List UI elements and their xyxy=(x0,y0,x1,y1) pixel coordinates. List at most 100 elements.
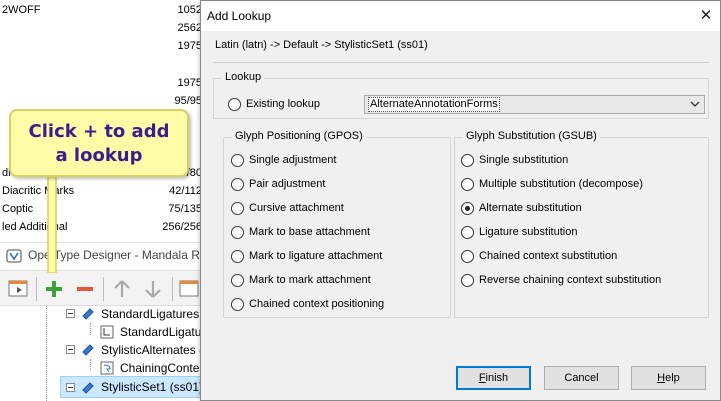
close-icon[interactable]: ✕ xyxy=(696,6,716,26)
tree-item-label: StylisticSet1 (ss01) xyxy=(101,380,204,394)
tree-guide xyxy=(90,359,91,371)
select-value: AlternateAnnotationForms xyxy=(368,97,500,112)
radio-icon[interactable] xyxy=(461,225,474,239)
app-titlebar: Ope Type Designer - Mandala Re xyxy=(0,242,210,268)
radio-icon[interactable] xyxy=(461,249,474,263)
dialog-title: Add Lookup xyxy=(207,9,272,23)
list-item[interactable]: led Additional 256/256 xyxy=(0,218,210,236)
list-item[interactable]: Diacritic Marks 42/112 xyxy=(0,182,210,200)
radio-checked-icon[interactable] xyxy=(461,201,474,215)
list-item[interactable]: 1975 xyxy=(0,37,210,55)
move-up-button[interactable] xyxy=(109,276,135,302)
feature-icon xyxy=(82,382,94,394)
mark-to-mark-radio[interactable]: Mark to mark attachment xyxy=(231,271,371,289)
finish-button[interactable]: Finish xyxy=(456,366,531,390)
alternate-substitution-radio[interactable]: Alternate substitution xyxy=(461,199,582,217)
app-logo-icon xyxy=(6,249,22,263)
list-item[interactable]: 2562 xyxy=(0,19,210,37)
help-button[interactable]: Help xyxy=(631,366,706,390)
button-mnemonic: H xyxy=(657,372,666,384)
radio-icon[interactable] xyxy=(461,177,474,191)
multiple-substitution-radio[interactable]: Multiple substitution (decompose) xyxy=(461,175,643,193)
toolbar-separator xyxy=(103,277,104,301)
list-item[interactable]: Coptic 75/135 xyxy=(0,200,210,218)
toolbar-separator xyxy=(36,277,37,301)
add-lookup-button[interactable] xyxy=(41,276,67,302)
list-item[interactable]: 1975 xyxy=(0,74,210,92)
tree-item-selected[interactable]: StylisticSet1 (ss01) xyxy=(60,376,205,398)
list-item-value: 95/95 xyxy=(174,95,202,107)
preview-button[interactable] xyxy=(6,276,32,302)
remove-lookup-button[interactable] xyxy=(72,276,98,302)
mark-to-ligature-radio[interactable]: Mark to ligature attachment xyxy=(231,247,382,265)
radio-label: Mark to base attachment xyxy=(249,226,371,238)
radio-icon[interactable] xyxy=(231,249,244,263)
list-item-value: 1975 xyxy=(177,40,202,52)
existing-lookup-radio[interactable]: Existing lookup xyxy=(228,95,320,113)
chained-context-positioning-radio[interactable]: Chained context positioning xyxy=(231,295,384,313)
radio-icon[interactable] xyxy=(231,153,244,167)
radio-icon[interactable] xyxy=(231,273,244,287)
chevron-down-icon xyxy=(690,101,700,107)
callout-line: Click + to add xyxy=(28,121,170,142)
group-title: Lookup xyxy=(222,71,265,83)
mark-to-base-radio[interactable]: Mark to base attachment xyxy=(231,223,370,241)
radio-label: Chained context positioning xyxy=(249,298,385,310)
minus-icon xyxy=(77,287,93,291)
radio-label: Existing lookup xyxy=(246,98,320,110)
ligature-substitution-radio[interactable]: Ligature substitution xyxy=(461,223,577,241)
button-label: Cancel xyxy=(564,372,599,384)
list-item-value: 256/256 xyxy=(162,221,202,233)
single-substitution-radio[interactable]: Single substitution xyxy=(461,151,568,169)
reverse-chaining-radio[interactable]: Reverse chaining context substitution xyxy=(461,271,661,289)
radio-label: Ligature substitution xyxy=(479,226,578,238)
cancel-button[interactable]: Cancel xyxy=(544,366,619,390)
radio-label: Cursive attachment xyxy=(249,202,344,214)
dialog-titlebar[interactable]: Add Lookup ✕ xyxy=(201,1,720,31)
radio-icon[interactable] xyxy=(231,201,244,215)
radio-label: Single substitution xyxy=(479,154,569,166)
radio-icon[interactable] xyxy=(461,273,474,287)
move-down-button[interactable] xyxy=(140,276,166,302)
radio-label: Chained context substitution xyxy=(479,250,618,262)
feature-icon xyxy=(82,308,94,320)
radio-label: Mark to ligature attachment xyxy=(249,250,383,262)
radio-icon[interactable] xyxy=(231,177,244,191)
button-mnemonic: F xyxy=(478,372,486,384)
feature-tree: StandardLigatures StandardLigatu Stylist… xyxy=(0,306,205,401)
instruction-callout: Click + to add a lookup xyxy=(9,109,189,177)
chained-context-substitution-radio[interactable]: Chained context substitution xyxy=(461,247,617,265)
existing-lookup-select[interactable]: AlternateAnnotationForms xyxy=(364,95,705,114)
list-item-name: Coptic xyxy=(2,203,34,215)
radio-icon[interactable] xyxy=(231,225,244,239)
radio-label: Alternate substitution xyxy=(479,202,582,214)
breadcrumb: Latin (latn) -> Default -> StylisticSet1… xyxy=(215,39,428,51)
list-item-value: 1975 xyxy=(177,77,202,89)
plus-icon xyxy=(46,281,62,297)
radio-icon[interactable] xyxy=(231,297,244,311)
list-item[interactable]: 95/95 xyxy=(0,92,210,110)
group-title: Glyph Substitution (GSUB) xyxy=(463,130,600,142)
collapse-icon[interactable] xyxy=(66,345,75,354)
pair-adjustment-radio[interactable]: Pair adjustment xyxy=(231,175,325,193)
button-label: elp xyxy=(665,372,680,384)
radio-label: Pair adjustment xyxy=(249,178,326,190)
list-item[interactable]: 2WOFF 1052 xyxy=(0,1,210,19)
tree-guide xyxy=(46,306,47,401)
single-adjustment-radio[interactable]: Single adjustment xyxy=(231,151,336,169)
radio-icon[interactable] xyxy=(461,153,474,167)
preview-icon xyxy=(179,280,199,297)
add-lookup-dialog: Add Lookup ✕ Latin (latn) -> Default -> … xyxy=(200,0,721,401)
list-item[interactable] xyxy=(0,55,210,73)
radio-icon[interactable] xyxy=(228,97,241,111)
group-title: Glyph Positioning (GPOS) xyxy=(232,130,366,142)
collapse-icon[interactable] xyxy=(66,309,75,318)
radio-label: Single adjustment xyxy=(249,154,337,166)
cursive-attachment-radio[interactable]: Cursive attachment xyxy=(231,199,344,217)
divider xyxy=(213,62,709,63)
collapse-icon[interactable] xyxy=(66,383,75,392)
lookup-icon xyxy=(100,325,114,339)
toolbar-separator xyxy=(172,277,173,301)
list-item-value: 1052 xyxy=(177,4,202,16)
radio-label: Multiple substitution (decompose) xyxy=(479,178,643,190)
